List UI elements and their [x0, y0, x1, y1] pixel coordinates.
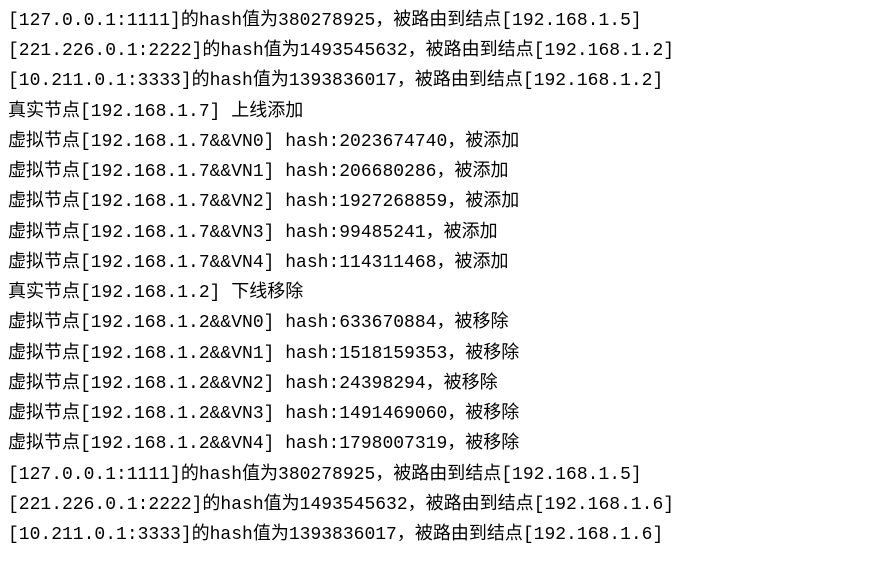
- log-line: 虚拟节点[192.168.1.7&&VN0] hash:2023674740，被…: [8, 127, 874, 157]
- console-output: [127.0.0.1:1111]的hash值为380278925，被路由到结点[…: [8, 6, 874, 550]
- log-line: 虚拟节点[192.168.1.7&&VN1] hash:206680286，被添…: [8, 157, 874, 187]
- log-line: [10.211.0.1:3333]的hash值为1393836017，被路由到结…: [8, 520, 874, 550]
- log-line: 虚拟节点[192.168.1.2&&VN1] hash:1518159353，被…: [8, 339, 874, 369]
- log-line: 虚拟节点[192.168.1.2&&VN0] hash:633670884，被移…: [8, 308, 874, 338]
- log-line: 虚拟节点[192.168.1.2&&VN3] hash:1491469060，被…: [8, 399, 874, 429]
- log-line: 虚拟节点[192.168.1.7&&VN3] hash:99485241，被添加: [8, 218, 874, 248]
- log-line: 真实节点[192.168.1.2] 下线移除: [8, 278, 874, 308]
- log-line: 真实节点[192.168.1.7] 上线添加: [8, 97, 874, 127]
- log-line: 虚拟节点[192.168.1.2&&VN2] hash:24398294，被移除: [8, 369, 874, 399]
- log-line: 虚拟节点[192.168.1.7&&VN2] hash:1927268859，被…: [8, 187, 874, 217]
- log-line: [10.211.0.1:3333]的hash值为1393836017，被路由到结…: [8, 66, 874, 96]
- log-line: 虚拟节点[192.168.1.2&&VN4] hash:1798007319，被…: [8, 429, 874, 459]
- log-line: [221.226.0.1:2222]的hash值为1493545632，被路由到…: [8, 490, 874, 520]
- log-line: 虚拟节点[192.168.1.7&&VN4] hash:114311468，被添…: [8, 248, 874, 278]
- log-line: [221.226.0.1:2222]的hash值为1493545632，被路由到…: [8, 36, 874, 66]
- log-line: [127.0.0.1:1111]的hash值为380278925，被路由到结点[…: [8, 6, 874, 36]
- log-line: [127.0.0.1:1111]的hash值为380278925，被路由到结点[…: [8, 460, 874, 490]
